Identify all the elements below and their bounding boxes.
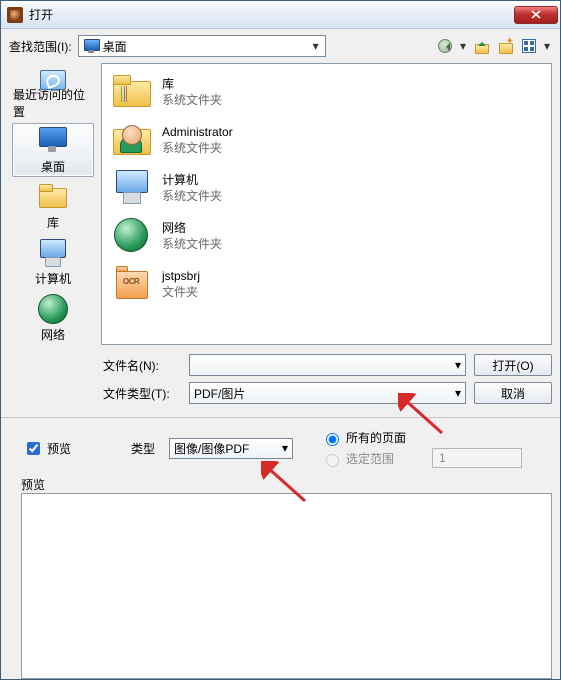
close-button[interactable]	[514, 6, 558, 24]
list-item[interactable]: Administrator系统文件夹	[106, 116, 547, 164]
page-range-group: 所有的页面 选定范围	[321, 429, 406, 467]
file-list[interactable]: 库系统文件夹 Administrator系统文件夹 计算机系统文件夹 网络系统文…	[101, 63, 552, 345]
chevron-down-icon: ▾	[282, 441, 288, 455]
new-folder-button[interactable]	[494, 35, 516, 57]
list-item[interactable]: 库系统文件夹	[106, 68, 547, 116]
type-value: 图像/图像PDF	[174, 440, 249, 457]
item-name: 计算机	[162, 172, 222, 188]
app-icon	[7, 7, 23, 23]
views-icon	[522, 39, 536, 53]
chevron-down-icon: ▾	[455, 358, 461, 372]
titlebar: 打开	[1, 1, 560, 29]
window-title: 打开	[29, 6, 514, 23]
page-range-input: 1	[432, 448, 522, 468]
list-item[interactable]: 网络系统文件夹	[106, 212, 547, 260]
chevron-down-icon: ▾	[455, 386, 461, 400]
open-button[interactable]: 打开(O)	[474, 354, 552, 376]
up-one-level-icon	[474, 39, 488, 53]
network-folder-icon	[112, 217, 152, 255]
radio-all-pages-input[interactable]	[326, 433, 339, 446]
filename-label: 文件名(N):	[103, 357, 181, 374]
preview-checkbox[interactable]: 预览	[23, 439, 71, 458]
radio-selected-range-input[interactable]	[326, 454, 339, 467]
back-button[interactable]	[434, 35, 456, 57]
places-recent[interactable]: 最近访问的位置	[12, 67, 94, 121]
item-type: 系统文件夹	[162, 92, 222, 108]
places-library-label: 库	[47, 214, 59, 231]
filetype-label: 文件类型(T):	[103, 385, 181, 402]
network-globe-icon	[38, 294, 68, 324]
places-desktop-label: 桌面	[41, 158, 65, 175]
views-button[interactable]	[518, 35, 540, 57]
preview-checkbox-input[interactable]	[27, 442, 40, 455]
places-bar: 最近访问的位置 桌面 库 计算机 网络	[9, 63, 97, 345]
list-item[interactable]: jstpsbrj文件夹	[106, 260, 547, 308]
lookin-value: 桌面	[103, 38, 127, 55]
item-name: 库	[162, 76, 222, 92]
computer-folder-icon	[112, 169, 152, 207]
item-name: 网络	[162, 220, 222, 236]
back-split-arrow[interactable]: ▾	[458, 39, 468, 53]
preview-checkbox-label: 预览	[47, 440, 71, 457]
open-dialog: 打开 查找范围(I): 桌面 ▾ ▾ ▾ 最近访问的位置	[0, 0, 561, 680]
places-network-label: 网络	[41, 326, 65, 343]
library-icon	[36, 182, 70, 212]
item-name: Administrator	[162, 124, 233, 140]
places-desktop[interactable]: 桌面	[12, 123, 94, 177]
lookin-row: 查找范围(I): 桌面 ▾ ▾ ▾	[1, 29, 560, 63]
places-library[interactable]: 库	[12, 179, 94, 233]
radio-all-pages[interactable]: 所有的页面	[321, 429, 406, 446]
type-combo[interactable]: 图像/图像PDF ▾	[169, 438, 293, 459]
preview-area	[21, 493, 552, 679]
main-area: 最近访问的位置 桌面 库 计算机 网络 库系统文件夹	[1, 63, 560, 345]
item-type: 系统文件夹	[162, 236, 222, 252]
places-computer-label: 计算机	[35, 270, 71, 287]
list-item[interactable]: 计算机系统文件夹	[106, 164, 547, 212]
lookin-label: 查找范围(I):	[9, 38, 72, 55]
user-folder-icon	[112, 121, 152, 159]
preview-section-label: 预览	[21, 476, 552, 493]
ocr-folder-icon	[112, 265, 152, 303]
type-label: 类型	[131, 440, 155, 457]
monitor-icon	[36, 126, 70, 156]
library-folder-icon	[112, 73, 152, 111]
up-button[interactable]	[470, 35, 492, 57]
computer-icon	[36, 238, 70, 268]
item-type: 系统文件夹	[162, 188, 222, 204]
cancel-button[interactable]: 取消	[474, 382, 552, 404]
lookin-combo[interactable]: 桌面 ▾	[78, 35, 326, 57]
filename-combo[interactable]: ▾	[189, 354, 466, 376]
filetype-value: PDF/图片	[194, 385, 451, 402]
radio-selected-range[interactable]: 选定范围	[321, 450, 406, 467]
places-computer[interactable]: 计算机	[12, 235, 94, 289]
places-network[interactable]: 网络	[12, 291, 94, 345]
lower-panel: 预览 类型 图像/图像PDF ▾ 所有的页面 选定范围 1	[1, 418, 560, 493]
radio-all-pages-label: 所有的页面	[346, 429, 406, 446]
views-split-arrow[interactable]: ▾	[542, 39, 552, 53]
desktop-icon	[83, 39, 99, 53]
item-name: jstpsbrj	[162, 268, 200, 284]
item-type: 文件夹	[162, 284, 200, 300]
filetype-combo[interactable]: PDF/图片 ▾	[189, 382, 466, 404]
chevron-down-icon: ▾	[309, 37, 323, 55]
recent-places-icon	[36, 68, 70, 84]
nav-toolbar: ▾ ▾	[434, 35, 552, 57]
page-range-value: 1	[439, 451, 446, 465]
back-icon	[438, 39, 452, 53]
new-folder-icon	[498, 39, 512, 53]
fields-area: 文件名(N): ▾ 打开(O) 文件类型(T): PDF/图片 ▾ 取消	[1, 345, 560, 418]
item-type: 系统文件夹	[162, 140, 233, 156]
places-recent-label: 最近访问的位置	[13, 86, 93, 120]
radio-selected-range-label: 选定范围	[346, 450, 394, 467]
